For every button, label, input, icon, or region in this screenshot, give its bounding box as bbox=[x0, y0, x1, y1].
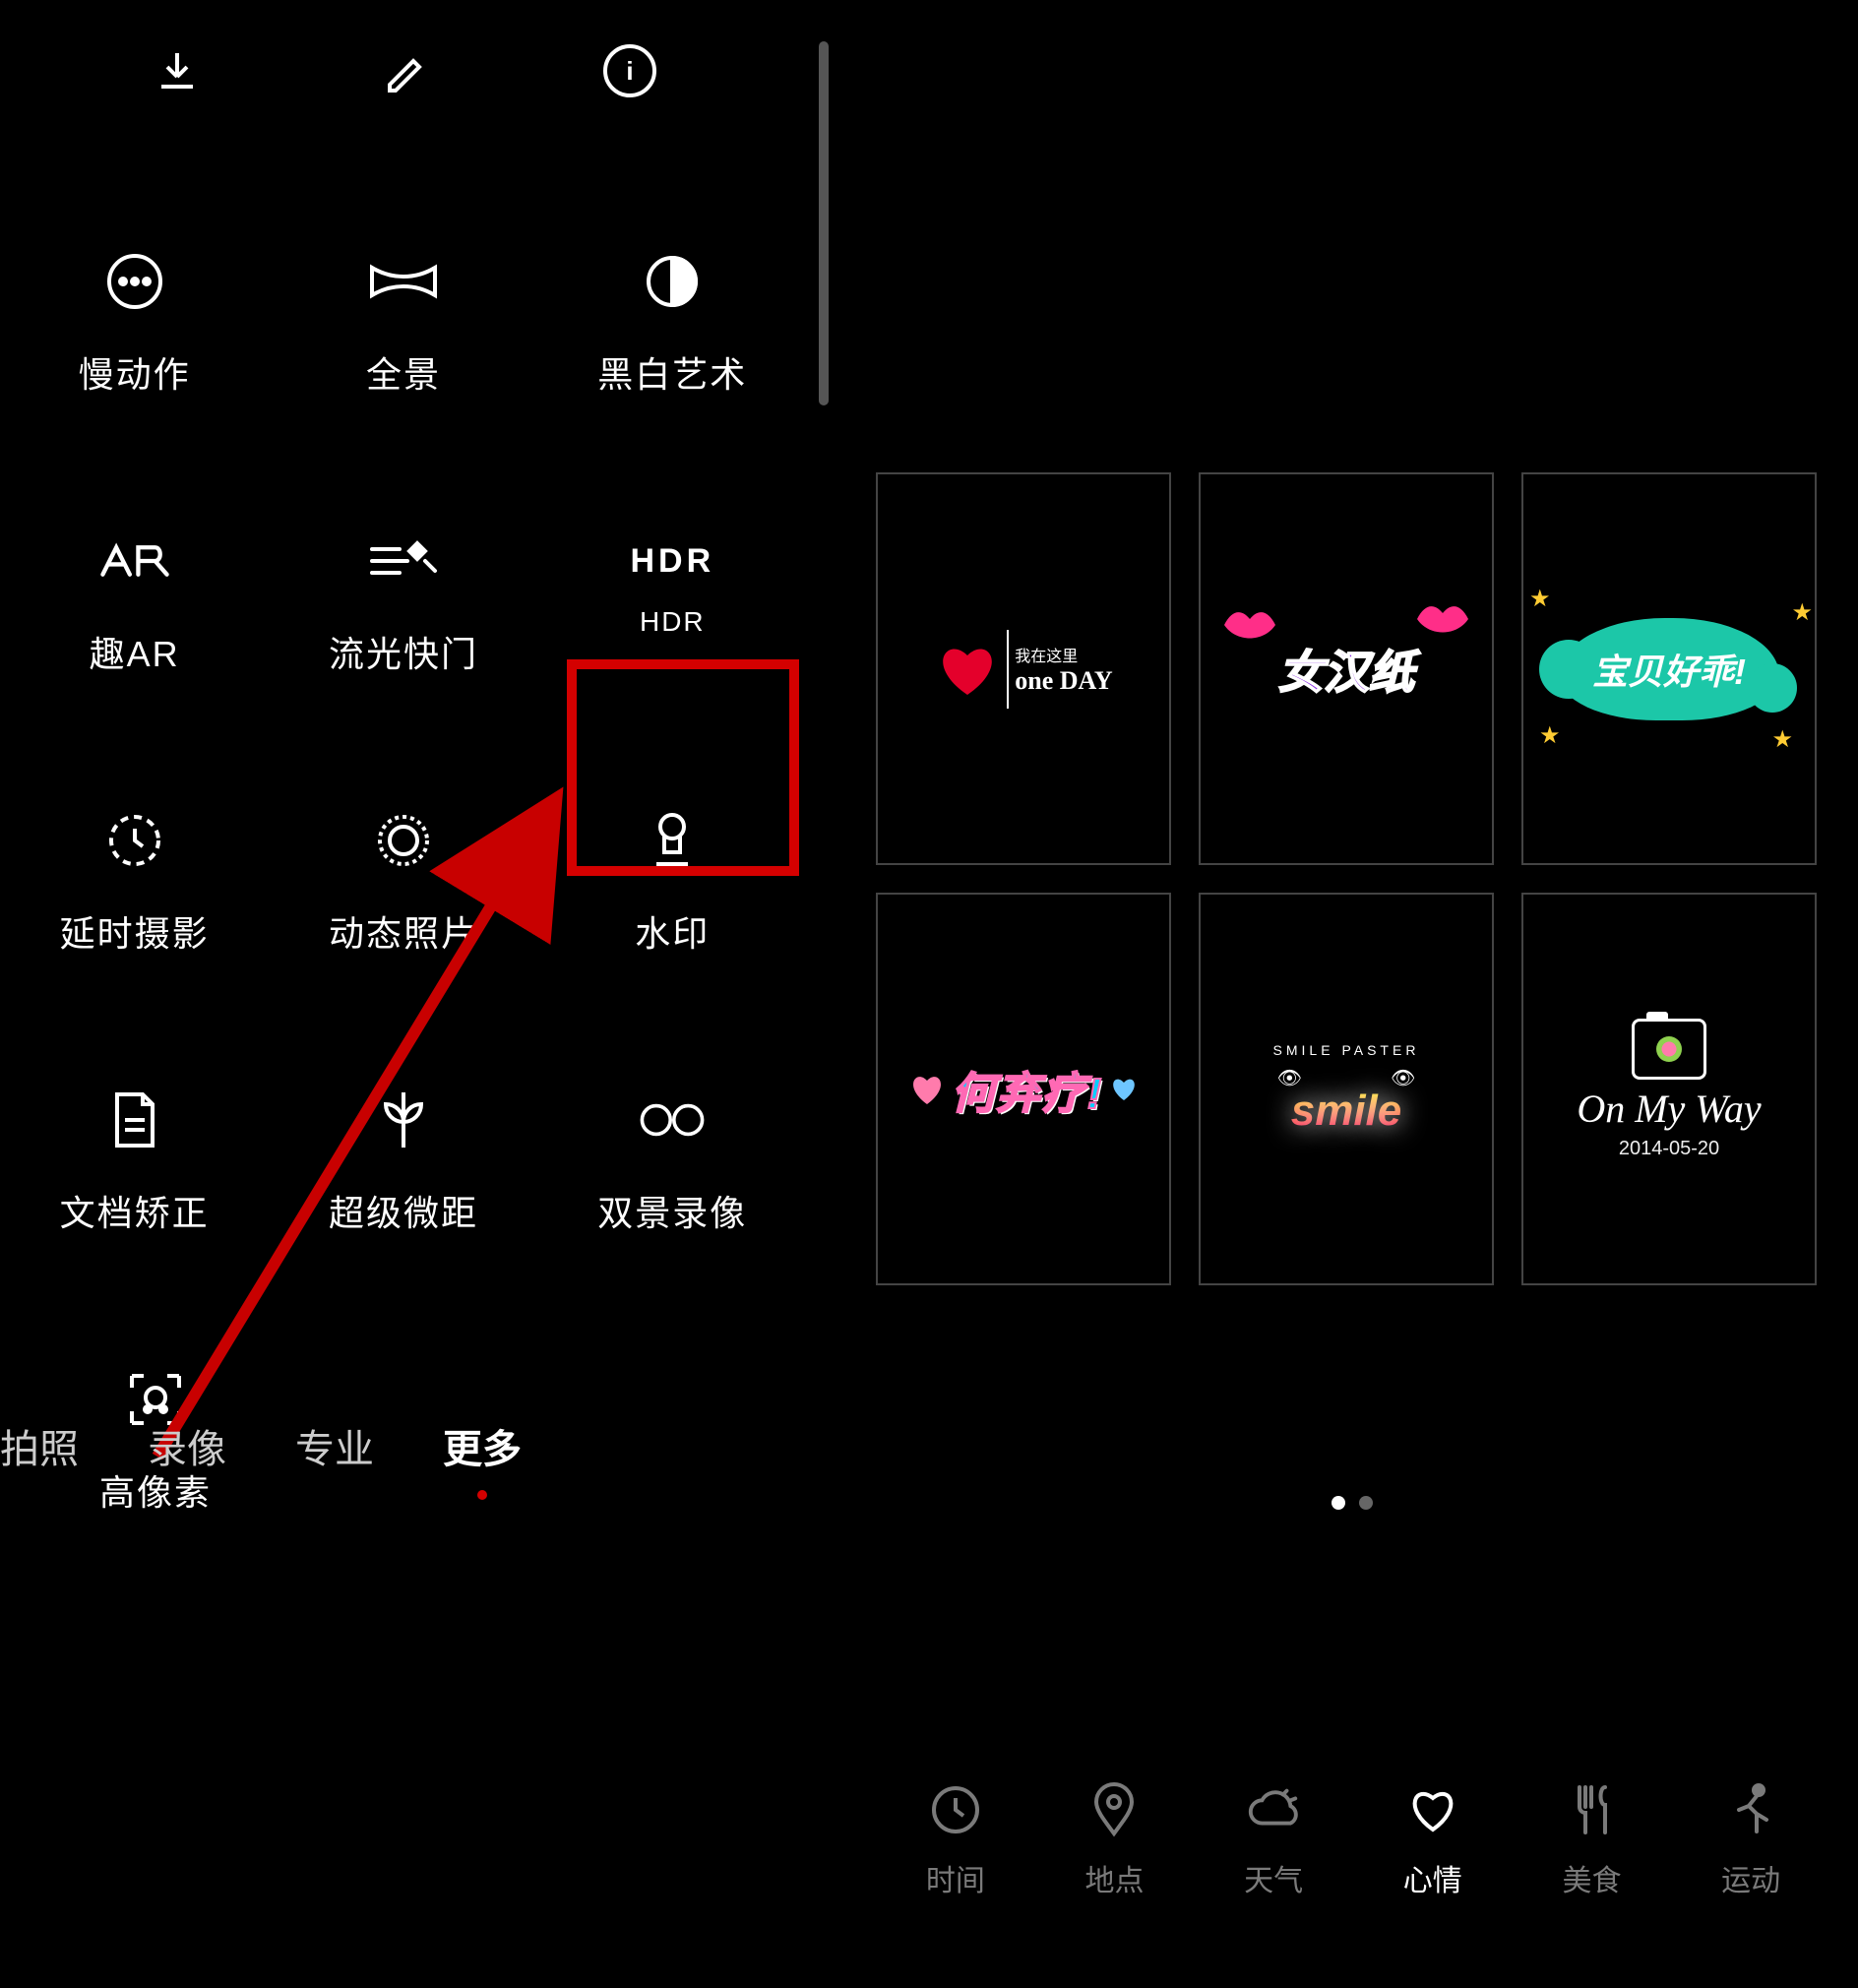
document-icon bbox=[99, 1085, 170, 1155]
cat-label: 运动 bbox=[1721, 1856, 1780, 1899]
mode-label: 全景 bbox=[366, 346, 441, 398]
macro-icon bbox=[368, 1085, 439, 1155]
slow-motion-icon bbox=[99, 246, 170, 317]
sticker-text: smile bbox=[1291, 1087, 1402, 1136]
cat-label: 天气 bbox=[1244, 1856, 1303, 1899]
sticker-card-2[interactable]: 女汉纸 bbox=[1199, 472, 1494, 865]
mode-label: 动态照片 bbox=[329, 905, 478, 957]
mode-dual-view[interactable]: 双景录像 bbox=[564, 1085, 780, 1236]
cat-weather[interactable]: 天气 bbox=[1219, 1781, 1328, 1899]
sticker-text: 宝贝好乖! bbox=[1559, 618, 1779, 720]
sticker-text: SMILE PASTER bbox=[1273, 1042, 1420, 1058]
cat-label: 美食 bbox=[1562, 1856, 1621, 1899]
mode-monochrome[interactable]: 黑白艺术 bbox=[564, 246, 780, 398]
heart-icon bbox=[1109, 1077, 1139, 1102]
info-icon[interactable]: i bbox=[600, 41, 659, 100]
lips-icon bbox=[1222, 607, 1277, 645]
clock-icon bbox=[927, 1781, 984, 1838]
moving-picture-icon bbox=[368, 805, 439, 876]
timelapse-icon bbox=[99, 805, 170, 876]
cat-label: 地点 bbox=[1084, 1856, 1144, 1899]
camera-icon bbox=[1632, 1019, 1706, 1080]
sticker-card-5[interactable]: SMILE PASTER 👁👁 smile bbox=[1199, 893, 1494, 1285]
sticker-text: On My Way bbox=[1577, 1086, 1761, 1132]
sticker-grid: 我在这里 one DAY 女汉纸 ★ ★ ★ ★ 宝贝好乖 bbox=[876, 472, 1821, 1285]
scrollbar[interactable] bbox=[819, 41, 829, 405]
cat-mood[interactable]: 心情 bbox=[1379, 1781, 1487, 1899]
food-icon bbox=[1563, 1781, 1620, 1838]
sticker-card-3[interactable]: ★ ★ ★ ★ 宝贝好乖! bbox=[1521, 472, 1817, 865]
sticker-text: 我在这里 bbox=[1015, 643, 1078, 666]
sticker-text: one DAY bbox=[1015, 666, 1112, 696]
watermark-icon bbox=[637, 805, 708, 876]
tab-pro[interactable]: 专业 bbox=[295, 1417, 374, 1474]
mode-panorama[interactable]: 全景 bbox=[295, 246, 512, 398]
mode-light-painting[interactable]: 流光快门 bbox=[295, 526, 512, 677]
mode-label: 黑白艺术 bbox=[597, 346, 747, 398]
mode-label: 流光快门 bbox=[329, 626, 478, 677]
camera-mode-tabs: 拍照 录像 专业 更多 bbox=[0, 1417, 590, 1474]
sticker-text: 女汉纸 bbox=[1278, 637, 1414, 702]
watermark-category-tabs: 时间 地点 天气 心情 美食 bbox=[876, 1781, 1830, 1899]
cat-sport[interactable]: 运动 bbox=[1697, 1781, 1805, 1899]
heart-icon bbox=[908, 1073, 946, 1106]
mode-label: 延时摄影 bbox=[60, 905, 210, 957]
mode-label: 慢动作 bbox=[79, 346, 191, 398]
ar-icon bbox=[99, 526, 170, 596]
mode-macro[interactable]: 超级微距 bbox=[295, 1085, 512, 1236]
sticker-pager bbox=[846, 1496, 1858, 1510]
mode-timelapse[interactable]: 延时摄影 bbox=[27, 805, 243, 957]
download-icon[interactable] bbox=[148, 41, 207, 100]
heart-icon bbox=[934, 642, 1001, 697]
sticker-text: 何弃疗! bbox=[952, 1058, 1104, 1121]
location-icon bbox=[1085, 1781, 1143, 1838]
lips-icon bbox=[1415, 601, 1470, 639]
sport-icon bbox=[1722, 1781, 1779, 1838]
mode-document[interactable]: 文档矫正 bbox=[27, 1085, 243, 1236]
sticker-card-4[interactable]: 何弃疗! bbox=[876, 893, 1171, 1285]
star-icon: ★ bbox=[1539, 721, 1561, 750]
star-icon: ★ bbox=[1529, 585, 1551, 613]
tab-more[interactable]: 更多 bbox=[443, 1417, 522, 1474]
sticker-date: 2014-05-20 bbox=[1619, 1138, 1719, 1160]
hdr-icon: HDR bbox=[637, 526, 708, 596]
heart-icon bbox=[1404, 1781, 1461, 1838]
dual-view-icon bbox=[637, 1085, 708, 1155]
cat-time[interactable]: 时间 bbox=[901, 1781, 1010, 1899]
mode-label: 文档矫正 bbox=[60, 1185, 210, 1236]
mode-watermark[interactable]: 水印 bbox=[564, 805, 780, 957]
mode-ar[interactable]: 趣AR bbox=[27, 526, 243, 677]
cat-label: 时间 bbox=[926, 1856, 985, 1899]
top-toolbar: i bbox=[0, 41, 807, 100]
mode-hdr[interactable]: HDR HDR bbox=[564, 526, 780, 677]
pager-dot[interactable] bbox=[1359, 1496, 1373, 1510]
cat-food[interactable]: 美食 bbox=[1537, 1781, 1645, 1899]
mode-label: 水印 bbox=[635, 905, 710, 957]
camera-more-panel: i 慢动作 全景 bbox=[0, 0, 846, 1988]
mode-label: HDR bbox=[640, 606, 706, 638]
edit-icon[interactable] bbox=[374, 41, 433, 100]
tab-video[interactable]: 录像 bbox=[148, 1417, 226, 1474]
light-painting-icon bbox=[368, 526, 439, 596]
tab-photo[interactable]: 拍照 bbox=[0, 1417, 79, 1474]
sticker-card-6[interactable]: On My Way 2014-05-20 bbox=[1521, 893, 1817, 1285]
sticker-card-1[interactable]: 我在这里 one DAY bbox=[876, 472, 1171, 865]
cat-location[interactable]: 地点 bbox=[1060, 1781, 1168, 1899]
mode-label: 超级微距 bbox=[329, 1185, 478, 1236]
mode-label: 双景录像 bbox=[597, 1185, 747, 1236]
pager-dot[interactable] bbox=[1332, 1496, 1345, 1510]
mode-slow-motion[interactable]: 慢动作 bbox=[27, 246, 243, 398]
cat-label: 心情 bbox=[1403, 1856, 1462, 1899]
watermark-picker-panel: 我在这里 one DAY 女汉纸 ★ ★ ★ ★ 宝贝好乖 bbox=[846, 0, 1858, 1988]
star-icon: ★ bbox=[1771, 725, 1793, 754]
mode-moving-picture[interactable]: 动态照片 bbox=[295, 805, 512, 957]
panorama-icon bbox=[368, 246, 439, 317]
weather-icon bbox=[1245, 1781, 1302, 1838]
monochrome-icon bbox=[637, 246, 708, 317]
mode-label: 趣AR bbox=[90, 626, 180, 677]
star-icon: ★ bbox=[1791, 598, 1813, 627]
